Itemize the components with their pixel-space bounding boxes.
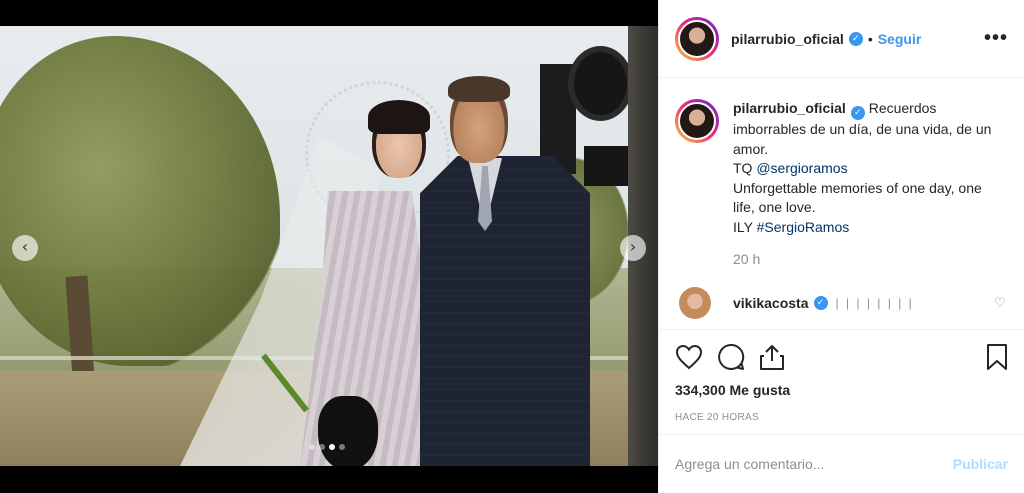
avatar-image [678, 19, 716, 58]
add-comment-bar: Publicar [659, 434, 1024, 493]
comment-text: | | | | | | | | [835, 296, 914, 310]
carousel-dot [339, 444, 345, 450]
post-photo[interactable] [0, 26, 658, 466]
post-header: pilarrubio_oficial ✓ • Seguir ••• [659, 0, 1024, 78]
share-icon[interactable] [759, 343, 785, 371]
heart-icon[interactable] [675, 344, 703, 370]
header-username[interactable]: pilarrubio_oficial [731, 31, 844, 47]
comments-list[interactable]: pilarrubio_oficial ✓ Recuerdos imborrable… [659, 79, 1024, 329]
lamp-rim [568, 46, 633, 121]
carousel-dot [309, 444, 315, 450]
caption-avatar[interactable] [675, 99, 719, 143]
groom-suit [420, 156, 590, 466]
comment-input[interactable] [675, 456, 953, 472]
publish-button[interactable]: Publicar [953, 456, 1008, 472]
bride-hair [368, 100, 430, 134]
post-media: ‹ › [0, 0, 658, 493]
carousel-dot [319, 444, 325, 450]
verified-icon: ✓ [813, 296, 828, 310]
caption-age[interactable]: 20 h [733, 251, 1008, 267]
caption-mention-link[interactable]: @sergioramos [756, 160, 847, 176]
caption-tq: TQ [733, 160, 757, 176]
carousel-next-button[interactable]: › [620, 235, 646, 261]
comment-icon[interactable] [717, 343, 745, 371]
verified-icon: ✓ [850, 106, 865, 120]
caption-ily: ILY [733, 218, 757, 235]
post-actions: 334,300 Me gusta HACE 20 HORAS [659, 329, 1024, 423]
avatar[interactable] [675, 16, 719, 61]
more-icon[interactable]: ••• [984, 27, 1008, 50]
header-separator: • [867, 30, 873, 47]
comment-like-heart-icon[interactable]: ♡ [994, 296, 1008, 310]
caption-username[interactable]: pilarrubio_oficial [733, 100, 846, 116]
carousel-dots [309, 444, 345, 450]
carousel-prev-button[interactable]: ‹ [12, 235, 38, 261]
bouquet [318, 396, 378, 466]
comment-row: vikikacosta ✓ | | | | | | | | ♡ [675, 287, 1008, 319]
post-side-panel: pilarrubio_oficial ✓ • Seguir ••• pilarr… [658, 0, 1024, 493]
comment-avatar[interactable] [679, 287, 711, 319]
lamp-base [584, 146, 630, 186]
verified-icon: ✓ [848, 31, 863, 46]
carousel-dot [329, 444, 335, 450]
caption-line-2: Unforgettable memories of one day, one l… [733, 179, 982, 216]
caption-hashtag-link[interactable]: #SergioRamos [757, 219, 850, 235]
caption-avatar-image [678, 102, 716, 140]
bookmark-icon[interactable] [986, 343, 1008, 371]
like-count[interactable]: 334,300 Me gusta [675, 382, 1008, 398]
caption-text: pilarrubio_oficial ✓ Recuerdos imborrable… [733, 99, 1003, 237]
follow-button[interactable]: Seguir [878, 31, 922, 47]
caption: pilarrubio_oficial ✓ Recuerdos imborrable… [675, 79, 1008, 237]
action-icons [675, 340, 1008, 374]
groom-hair [448, 76, 510, 102]
post-timestamp[interactable]: HACE 20 HORAS [675, 412, 1008, 423]
comment-username[interactable]: vikikacosta [733, 295, 809, 311]
